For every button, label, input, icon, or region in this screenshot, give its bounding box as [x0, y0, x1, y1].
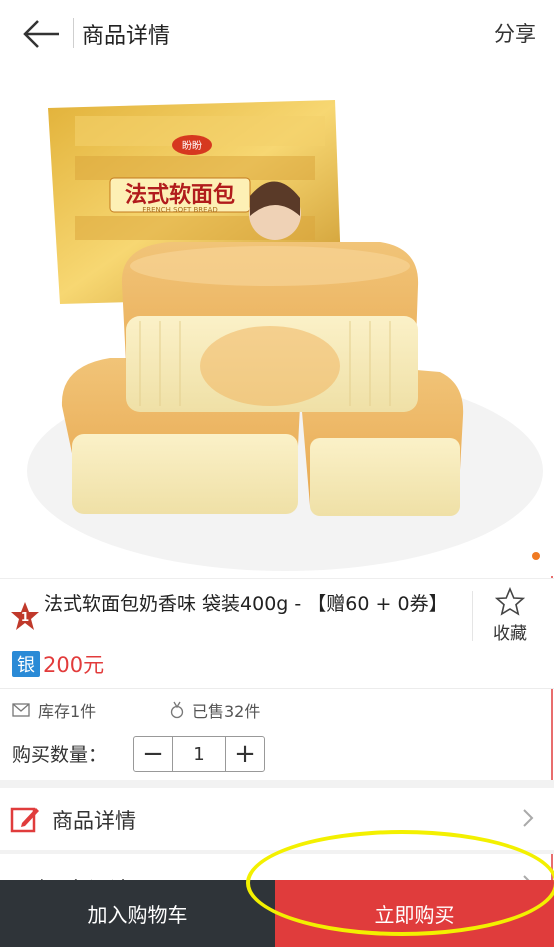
section-separator	[0, 780, 554, 788]
product-info: 1 法式软面包奶香味 袋装400g - 【赠60 + 0券】 收藏 银 200元	[0, 578, 554, 689]
arrow-left-icon	[23, 20, 59, 48]
inventory-info: 库存1件	[12, 698, 96, 722]
svg-text:1: 1	[21, 610, 29, 624]
quantity-row: 购买数量： − 1 +	[0, 728, 554, 780]
price: 200元	[43, 653, 105, 677]
price-row: 银 200元	[12, 649, 104, 679]
buy-now-button[interactable]: 立即购买	[275, 880, 554, 947]
title-divider	[472, 591, 473, 641]
bread-illustration: 盼盼 法式软面包 FRENCH SOFT BREAD	[27, 100, 543, 571]
quantity-value[interactable]: 1	[172, 737, 226, 771]
inventory-text: 库存1件	[38, 702, 97, 721]
quantity-label: 购买数量：	[12, 744, 108, 766]
page-title: 商品详情	[82, 24, 171, 49]
increase-button[interactable]: +	[226, 737, 264, 771]
medal-icon	[170, 701, 184, 719]
favorite-button[interactable]: 收藏	[480, 587, 540, 647]
top-header: 商品详情 分享	[0, 0, 554, 66]
package-sublabel: FRENCH SOFT BREAD	[142, 206, 218, 214]
package-label: 法式软面包	[125, 182, 235, 208]
rank-star-icon: 1	[11, 602, 39, 630]
decrease-button[interactable]: −	[134, 737, 172, 771]
product-image[interactable]: 盼盼 法式软面包 FRENCH SOFT BREAD	[0, 66, 554, 576]
quantity-stepper: − 1 +	[133, 736, 265, 772]
stock-row: 库存1件 已售32件	[0, 688, 554, 729]
back-button[interactable]	[20, 15, 62, 53]
mail-icon	[12, 703, 30, 717]
sold-text: 已售32件	[192, 702, 261, 721]
edit-icon	[10, 807, 39, 833]
chevron-right-icon	[523, 809, 534, 827]
sold-info: 已售32件	[170, 698, 260, 722]
bottom-action-bar: 加入购物车 立即购买	[0, 880, 554, 947]
product-title: 法式软面包奶香味 袋装400g - 【赠60 + 0券】	[44, 593, 448, 615]
product-detail-row[interactable]: 商品详情	[0, 788, 554, 850]
package-brand: 盼盼	[182, 140, 202, 152]
add-to-cart-button[interactable]: 加入购物车	[0, 880, 275, 947]
product-detail-label: 商品详情	[52, 809, 136, 833]
carousel-dot-indicator[interactable]	[532, 552, 540, 560]
star-outline-icon	[495, 587, 525, 616]
header-divider	[73, 18, 74, 48]
share-button[interactable]: 分享	[494, 18, 536, 48]
silver-tag: 银	[12, 651, 40, 677]
favorite-label: 收藏	[493, 624, 527, 644]
